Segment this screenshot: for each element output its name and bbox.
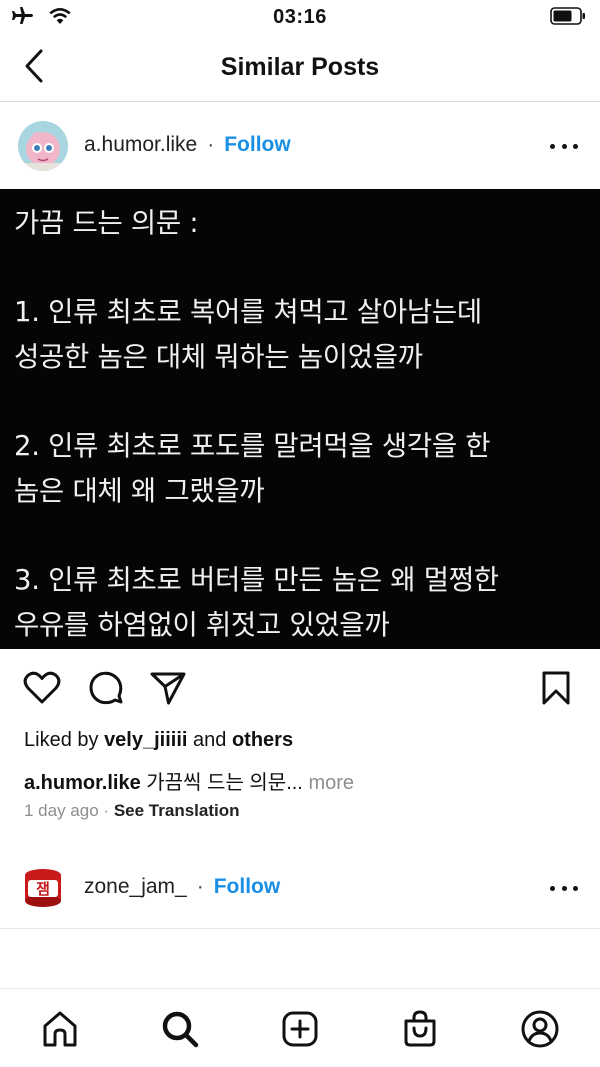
add-post-icon — [282, 1011, 318, 1047]
likes-prefix: Liked by — [24, 729, 99, 751]
image-text-line: 2. 인류 최초로 포도를 말려먹을 생각을 한 — [14, 430, 491, 462]
tab-shop[interactable] — [398, 1007, 442, 1051]
more-options-button[interactable] — [550, 136, 578, 156]
dot — [573, 885, 578, 891]
bookmark-button[interactable] — [536, 668, 576, 708]
follow-button[interactable]: Follow — [214, 875, 281, 899]
post-meta: 1 day ago · See Translation — [24, 801, 240, 821]
post-image[interactable]: 가끔 드는 의문 : 1. 인류 최초로 복어를 쳐먹고 살아남는데 성공한 놈… — [0, 189, 600, 649]
avatar-text: 잼 — [36, 880, 50, 898]
dot — [573, 143, 578, 149]
image-text-line: 3. 인류 최초로 버터를 만든 놈은 왜 멀쩡한 — [14, 564, 499, 596]
next-post-username[interactable]: zone_jam_ — [84, 875, 187, 899]
post-actions — [0, 660, 600, 718]
dot — [561, 143, 567, 149]
next-post-header: 잼 zone_jam_ · Follow — [0, 845, 600, 929]
liked-by-user[interactable]: vely_jiiiii — [104, 729, 187, 751]
separator-dot: · — [103, 801, 110, 820]
profile-icon — [521, 1010, 559, 1048]
avatar[interactable]: 잼 — [18, 861, 68, 911]
tab-home[interactable] — [38, 1007, 82, 1051]
bottom-tab-bar — [0, 988, 600, 1067]
follow-button[interactable]: Follow — [224, 133, 291, 157]
post-time: 1 day ago — [24, 801, 99, 820]
image-text-line: 놈은 대체 왜 그랬을까 — [14, 475, 265, 507]
separator-dot: · — [207, 133, 215, 156]
comment-icon — [89, 671, 123, 705]
tab-search[interactable] — [158, 1007, 202, 1051]
image-text-line: 가끔 드는 의문 : — [14, 207, 199, 239]
caption: a.humor.like 가끔씩 드는 의문... more — [24, 766, 354, 795]
home-icon — [43, 1011, 77, 1047]
image-text-line: 1. 인류 최초로 복어를 쳐먹고 살아남는데 — [14, 296, 482, 328]
dot — [550, 143, 555, 149]
nav-bar: Similar Posts — [0, 34, 600, 102]
see-translation-link[interactable]: See Translation — [114, 801, 240, 820]
heart-icon — [23, 671, 61, 704]
dot — [550, 885, 555, 891]
status-bar: 03:16 — [0, 0, 600, 34]
search-icon — [162, 1011, 199, 1048]
likes-and: and — [193, 729, 227, 751]
likes-others[interactable]: others — [232, 729, 293, 751]
dot — [561, 885, 567, 891]
tab-profile[interactable] — [518, 1007, 562, 1051]
next-post-user-row: zone_jam_ · Follow — [84, 875, 280, 899]
battery-icon — [550, 7, 586, 30]
more-options-button[interactable] — [550, 878, 578, 898]
caption-text: 가끔씩 드는 의문... — [146, 772, 303, 794]
caption-more-link[interactable]: more — [308, 772, 354, 794]
share-button[interactable] — [148, 668, 188, 708]
like-button[interactable] — [22, 668, 62, 708]
post-username[interactable]: a.humor.like — [84, 133, 197, 157]
separator-dot: · — [196, 875, 204, 898]
post-user-row: a.humor.like · Follow — [84, 133, 291, 157]
likes-line: Liked by vely_jiiiii and others — [24, 729, 293, 752]
page-title: Similar Posts — [220, 53, 380, 81]
image-text-line: 성공한 놈은 대체 뭐하는 놈이었을까 — [14, 341, 423, 373]
caption-username[interactable]: a.humor.like — [24, 772, 141, 794]
comment-button[interactable] — [86, 668, 126, 708]
bookmark-icon — [542, 671, 570, 705]
image-text-line: 우유를 하염없이 휘젓고 있었을까 — [14, 609, 390, 641]
tab-add-post[interactable] — [278, 1007, 322, 1051]
shop-icon — [404, 1010, 436, 1047]
avatar[interactable] — [18, 121, 68, 171]
share-icon — [150, 672, 186, 705]
status-time: 03:16 — [273, 6, 327, 28]
post-header: a.humor.like · Follow — [0, 103, 600, 189]
